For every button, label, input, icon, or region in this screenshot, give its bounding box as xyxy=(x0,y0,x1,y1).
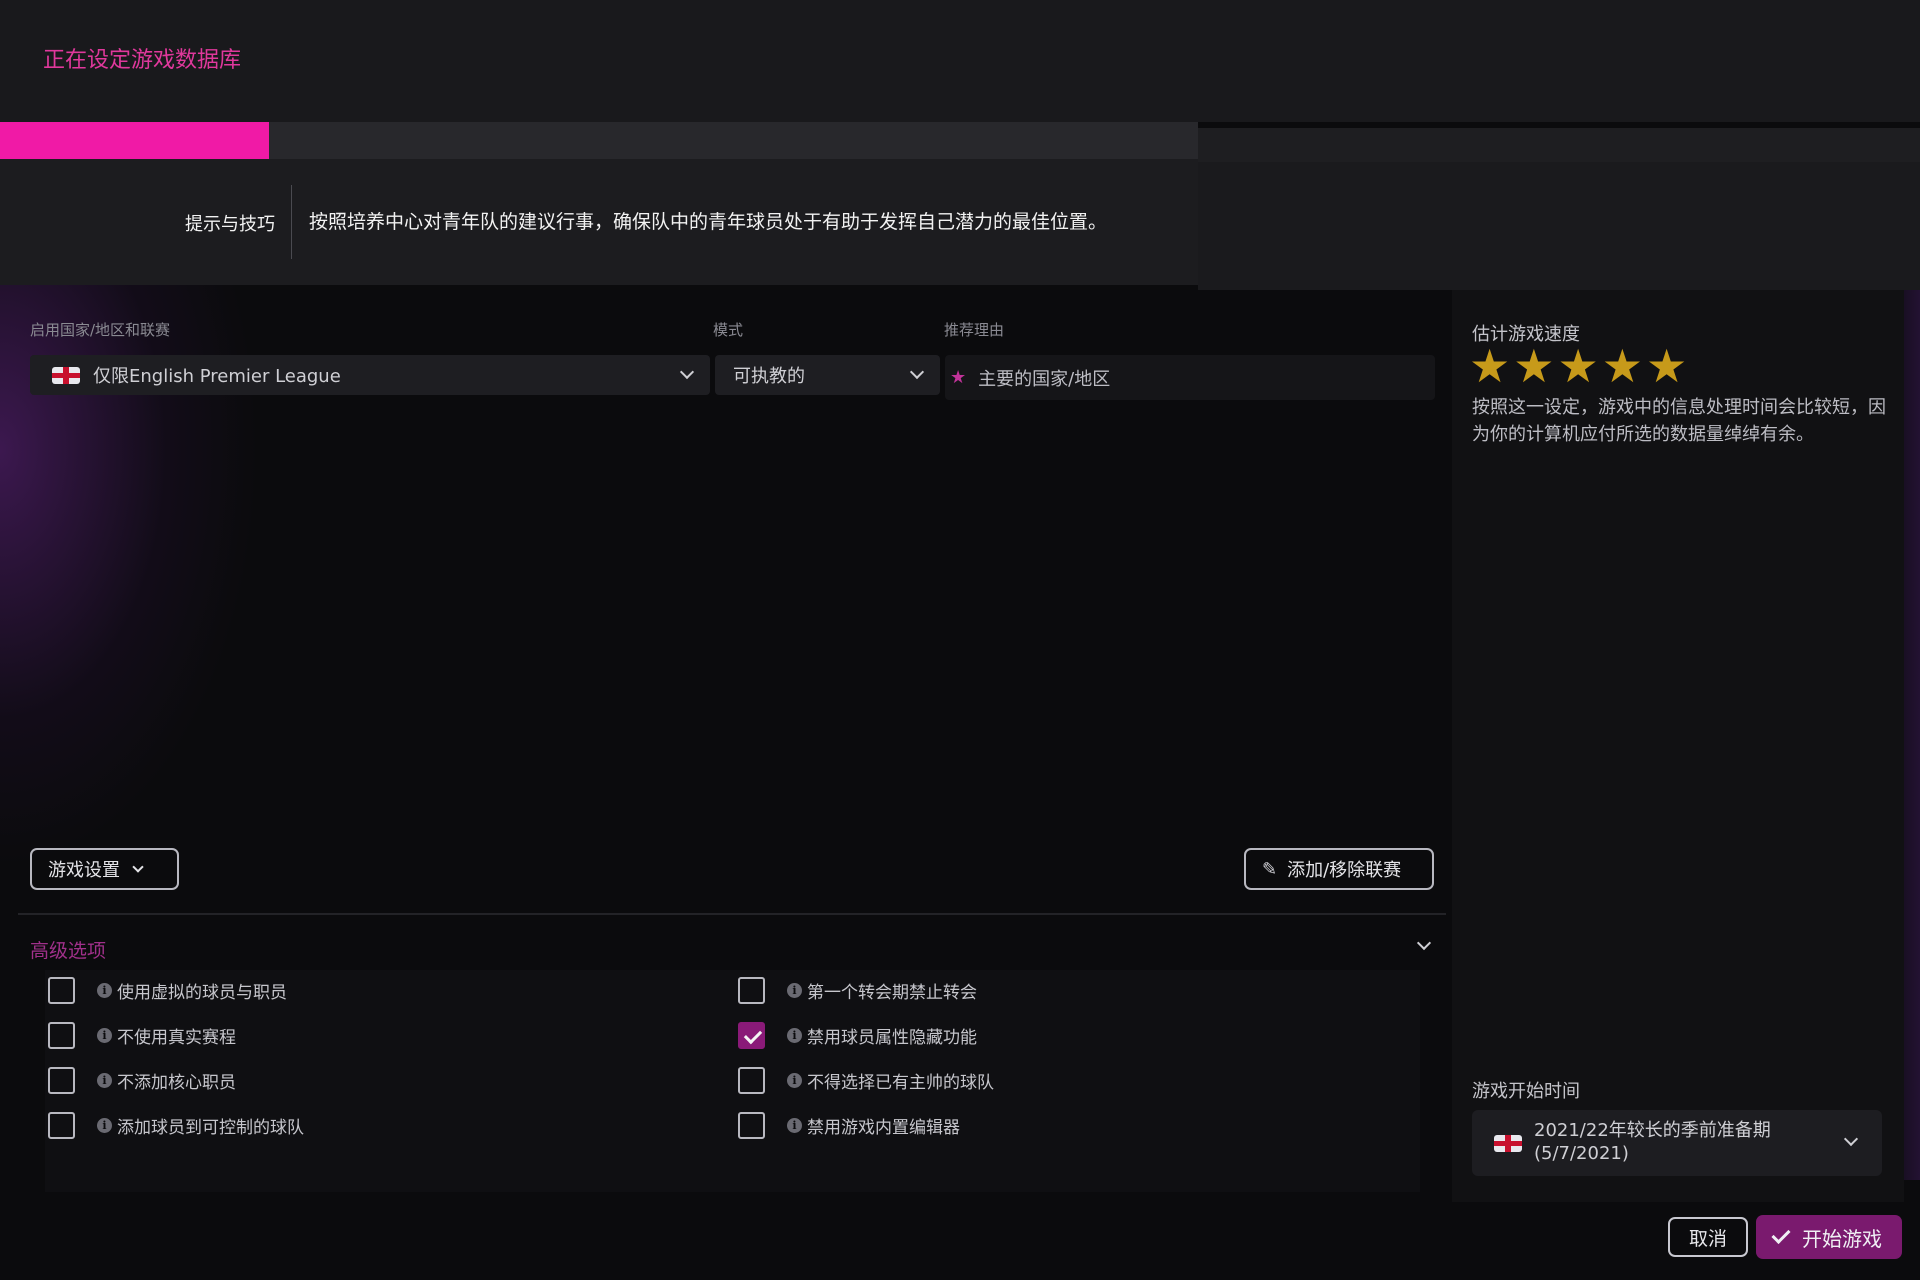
option-row[interactable]: i 禁用游戏内置编辑器 xyxy=(738,1112,960,1139)
chevron-down-icon xyxy=(1843,1131,1859,1147)
checkbox[interactable] xyxy=(738,977,765,1004)
checkbox[interactable] xyxy=(738,1067,765,1094)
add-remove-league-button[interactable]: ✎ 添加/移除联赛 xyxy=(1244,848,1434,890)
chevron-down-icon xyxy=(132,860,144,873)
info-icon[interactable]: i xyxy=(97,1118,112,1133)
start-time-select[interactable]: 2021/22年较长的季前准备期 (5/7/2021) xyxy=(1472,1110,1882,1176)
league-select[interactable]: 仅限English Premier League xyxy=(30,355,710,395)
star-icon: ★ xyxy=(1646,339,1688,393)
info-icon[interactable]: i xyxy=(787,1118,802,1133)
option-label: 不得选择已有主帅的球队 xyxy=(807,1073,994,1093)
reason-column-label: 推荐理由 xyxy=(944,321,1005,339)
england-flag-icon xyxy=(52,366,80,384)
league-select-value: 仅限English Premier League xyxy=(93,366,341,387)
option-label: 使用虚拟的球员与职员 xyxy=(117,983,287,1003)
info-icon[interactable]: i xyxy=(97,1073,112,1088)
option-label: 禁用球员属性隐藏功能 xyxy=(807,1028,977,1048)
header-bar: 正在设定游戏数据库 xyxy=(0,0,1920,122)
info-icon[interactable]: i xyxy=(787,983,802,998)
tips-panel-extension xyxy=(1198,162,1920,290)
option-row[interactable]: i 不添加核心职员 xyxy=(48,1067,236,1094)
star-icon: ★ xyxy=(1469,339,1511,393)
section-divider xyxy=(18,913,1446,915)
option-row[interactable]: i 禁用球员属性隐藏功能 xyxy=(738,1022,977,1049)
tips-text: 按照培养中心对青年队的建议行事，确保队中的青年球员处于有助于发挥自己潜力的最佳位… xyxy=(309,211,1108,233)
start-time-date: (5/7/2021) xyxy=(1534,1143,1629,1164)
option-row[interactable]: i 添加球员到可控制的球队 xyxy=(48,1112,304,1139)
pencil-icon: ✎ xyxy=(1262,858,1278,880)
chevron-down-icon xyxy=(909,364,925,380)
checkbox[interactable] xyxy=(48,1112,75,1139)
progress-bar-fill xyxy=(0,122,269,159)
option-row[interactable]: i 使用虚拟的球员与职员 xyxy=(48,977,287,1004)
option-row[interactable]: i 不得选择已有主帅的球队 xyxy=(738,1067,994,1094)
mode-select[interactable]: 可执教的 xyxy=(715,355,940,395)
mode-column-label: 模式 xyxy=(713,321,744,339)
option-label: 不使用真实赛程 xyxy=(117,1028,236,1048)
chevron-down-icon[interactable] xyxy=(1416,935,1432,951)
option-label: 禁用游戏内置编辑器 xyxy=(807,1118,960,1138)
checkbox[interactable] xyxy=(48,1067,75,1094)
start-time-label: 游戏开始时间 xyxy=(1472,1081,1580,1102)
league-column-label: 启用国家/地区和联赛 xyxy=(30,321,171,339)
game-settings-label: 游戏设置 xyxy=(48,860,120,881)
game-settings-button[interactable]: 游戏设置 xyxy=(30,848,179,890)
option-row[interactable]: i 不使用真实赛程 xyxy=(48,1022,236,1049)
option-row[interactable]: i 第一个转会期禁止转会 xyxy=(738,977,977,1004)
progress-track-extension xyxy=(1198,128,1920,162)
option-label: 第一个转会期禁止转会 xyxy=(807,983,977,1003)
star-icon: ★ xyxy=(1557,339,1599,393)
advanced-options-title[interactable]: 高级选项 xyxy=(30,936,106,963)
start-time-value: 2021/22年较长的季前准备期 xyxy=(1534,1120,1771,1141)
chevron-down-icon xyxy=(679,364,695,380)
checkbox[interactable] xyxy=(738,1022,765,1049)
speed-description: 按照这一设定，游戏中的信息处理时间会比较短，因为你的计算机应付所选的数据量绰绰有… xyxy=(1472,397,1886,445)
cancel-button[interactable]: 取消 xyxy=(1668,1217,1748,1257)
speed-rating: ★ ★ ★ ★ ★ xyxy=(1469,343,1687,389)
checkbox[interactable] xyxy=(48,977,75,1004)
info-icon[interactable]: i xyxy=(787,1073,802,1088)
star-icon: ★ xyxy=(1601,339,1643,393)
checkbox[interactable] xyxy=(738,1112,765,1139)
star-icon: ★ xyxy=(950,367,967,388)
tips-label: 提示与技巧 xyxy=(185,214,275,235)
option-label: 添加球员到可控制的球队 xyxy=(117,1118,304,1138)
info-icon[interactable]: i xyxy=(97,983,112,998)
reason-text: 主要的国家/地区 xyxy=(978,368,1111,390)
mode-select-value: 可执教的 xyxy=(733,366,805,387)
info-icon[interactable]: i xyxy=(787,1028,802,1043)
start-game-label: 开始游戏 xyxy=(1802,1226,1882,1251)
checkmark-icon xyxy=(1771,1224,1791,1244)
tips-divider xyxy=(291,185,292,259)
start-game-button[interactable]: 开始游戏 xyxy=(1756,1215,1902,1259)
checkbox[interactable] xyxy=(48,1022,75,1049)
england-flag-icon xyxy=(1494,1135,1522,1152)
page-title: 正在设定游戏数据库 xyxy=(43,48,242,73)
star-icon: ★ xyxy=(1513,339,1555,393)
add-remove-league-label: 添加/移除联赛 xyxy=(1287,860,1402,881)
recommendation-reason: ★ 主要的国家/地区 xyxy=(945,355,1435,400)
option-label: 不添加核心职员 xyxy=(117,1073,236,1093)
info-icon[interactable]: i xyxy=(97,1028,112,1043)
